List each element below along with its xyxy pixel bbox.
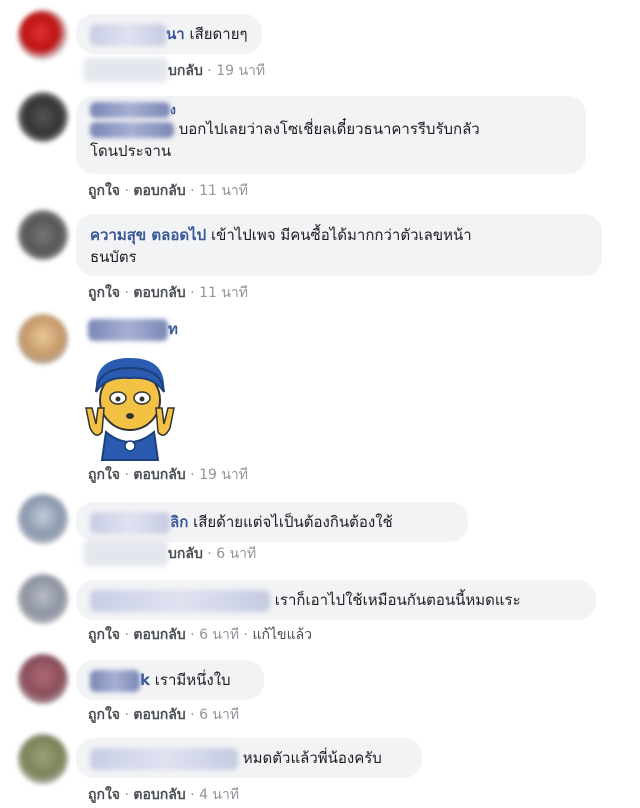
like-link[interactable]: ถูกใจ [88,627,120,643]
comment-text: บอกไปเลยว่าลงโซเชี่ยลเดี๋ยวธนาคารรีบรับก… [178,120,480,138]
timestamp[interactable]: 19 นาที [199,467,248,483]
like-link[interactable]: ถูกใจ [88,467,120,483]
comment-bubble: เราก็เอาไปใช้เหมือนกันตอนนี้หมดแระ [76,580,596,620]
comment-bubble: หมดตัวแล้วพี่น้องครับ [76,738,422,778]
comment-text: เราก็เอาไปใช้เหมือนกันตอนนี้หมดแระ [274,591,521,609]
timestamp[interactable]: 6 นาที [199,627,239,643]
like-link[interactable]: ถูกใจ [88,183,120,199]
timestamp[interactable]: 11 นาที [199,183,248,199]
reply-link[interactable]: ตอบกลับ [133,467,185,483]
reply-link[interactable]: ตอบกลับ [133,787,185,803]
avatar[interactable] [18,10,68,60]
comment-text: หมดตัวแล้วพี่น้องครับ [242,749,382,767]
blurred-name [90,23,166,46]
comment-bubble: ง บอกไปเลยว่าลงโซเชี่ยลเดี๋ยวธนาคารรีบรั… [76,96,586,174]
avatar[interactable] [18,734,68,784]
blurred-name [88,318,168,341]
sticker-face-icon [85,358,175,461]
timestamp[interactable]: 6 นาที [216,546,256,562]
comment-actions: บกลับ · 6 นาที [168,546,257,562]
comment-text-line2: ธนบัตร [90,248,137,266]
edited-label[interactable]: แก้ไขแล้ว [252,627,312,643]
comment-bubble: ลิก เสียด้ายแต่จไเป็นต้องกินต้องใช้ [76,502,468,542]
comment-text-line2: โดนประจาน [90,142,172,160]
commenter-name[interactable]: ความสุข ตลอดไป [90,226,206,244]
blurred-name [90,669,140,692]
avatar[interactable] [18,654,68,704]
timestamp[interactable]: 11 นาที [199,285,248,301]
reply-link[interactable]: ตอบกลับ [133,707,185,723]
timestamp[interactable]: 19 นาที [216,63,265,79]
comment-text: เสียด้ายแต่จไเป็นต้องกินต้องใช้ [193,513,393,531]
comment-text: เรามีหนึ่งใบ [154,671,231,689]
timestamp[interactable]: 6 นาที [199,707,239,723]
sticker[interactable] [84,352,176,462]
comment-header: ท [88,318,178,341]
comment-actions: บกลับ · 19 นาที [168,63,266,79]
commenter-name[interactable]: ลิก [170,513,188,531]
like-link[interactable]: ถูกใจ [88,707,120,723]
comment-actions: ถูกใจ · ตอบกลับ · 4 นาที [88,787,240,803]
blurred-region [84,58,168,82]
avatar[interactable] [18,210,68,260]
commenter-name[interactable]: k [140,671,150,689]
blurred-name [90,121,174,138]
comment-actions: ถูกใจ · ตอบกลับ · 6 นาที · แก้ไขแล้ว [88,627,313,643]
comment-actions: ถูกใจ · ตอบกลับ · 6 นาที [88,707,240,723]
avatar[interactable] [18,574,68,624]
avatar[interactable] [18,314,68,364]
avatar[interactable] [18,494,68,544]
comment-bubble: ความสุข ตลอดไป เข้าไปเพจ มีคนซื้อได้มากก… [76,214,602,276]
blurred-region [84,540,168,566]
comment-bubble: นา เสียดายๆ [76,14,262,54]
comment-text: เสียดายๆ [189,25,248,43]
blurred-name [90,747,238,770]
reply-link[interactable]: ตอบกลับ [133,183,185,199]
comment-text: เข้าไปเพจ มีคนซื้อได้มากกว่าตัวเลขหน้า [210,226,472,244]
like-link[interactable]: ถูกใจ [88,787,120,803]
comment-actions: ถูกใจ · ตอบกลับ · 11 นาที [88,183,248,199]
commenter-name[interactable]: ท [168,320,178,338]
blurred-name [90,511,170,534]
like-link[interactable]: ถูกใจ [88,285,120,301]
reply-link[interactable]: บกลับ [168,63,203,79]
comment-bubble: k เรามีหนึ่งใบ [76,660,264,700]
reply-link[interactable]: ตอบกลับ [133,285,185,301]
timestamp[interactable]: 4 นาที [199,787,239,803]
reply-link[interactable]: บกลับ [168,546,203,562]
blurred-name [90,101,170,118]
blurred-name [90,589,270,612]
avatar[interactable] [18,92,68,142]
comment-actions: ถูกใจ · ตอบกลับ · 11 นาที [88,285,248,301]
commenter-name[interactable]: นา [166,25,185,43]
commenter-name[interactable]: ง [170,103,176,117]
comment-actions: ถูกใจ · ตอบกลับ · 19 นาที [88,467,248,483]
reply-link[interactable]: ตอบกลับ [133,627,185,643]
